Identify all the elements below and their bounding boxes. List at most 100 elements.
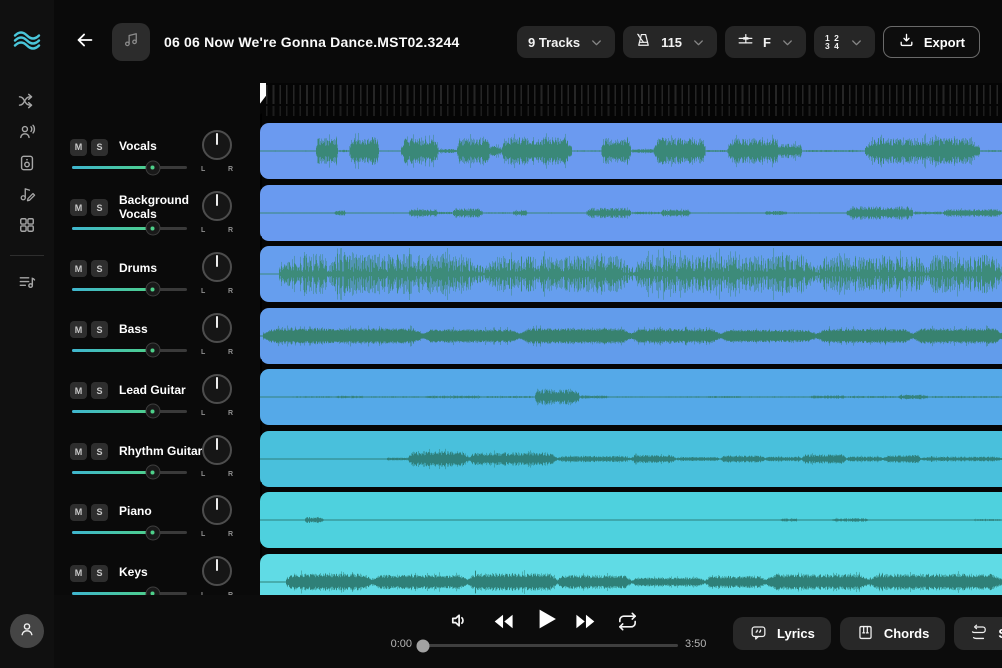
seek-thumb[interactable]: [416, 639, 429, 652]
volume-slider[interactable]: [72, 349, 187, 352]
pan-left-label: L: [201, 288, 205, 295]
mute-button[interactable]: M: [70, 321, 87, 338]
chevron-down-icon: [849, 35, 864, 50]
chevron-down-icon: [691, 35, 706, 50]
waveform-track-row[interactable]: [260, 554, 1002, 596]
mute-button[interactable]: M: [70, 443, 87, 460]
back-button[interactable]: [72, 29, 98, 55]
pan-knob[interactable]: L R: [200, 556, 234, 595]
track-mixer-row: M S Lead Guitar L R: [54, 368, 260, 428]
sidebar-item-voice[interactable]: [0, 119, 54, 150]
waveform-track-row[interactable]: [260, 492, 1002, 548]
sections-button[interactable]: Sections: [954, 617, 1002, 650]
waveform-track-row[interactable]: [260, 431, 1002, 487]
pan-knob[interactable]: L R: [200, 130, 234, 174]
volume-slider-thumb[interactable]: [145, 404, 160, 419]
pan-knob[interactable]: L R: [200, 435, 234, 479]
pan-left-label: L: [201, 531, 205, 538]
pan-knob-dial[interactable]: [202, 435, 232, 465]
track-mixer-row: M S Bass L R: [54, 307, 260, 367]
sidebar-item-edit-lyrics[interactable]: [0, 181, 54, 212]
sidebar-item-speaker[interactable]: [0, 150, 54, 181]
arrow-left-icon: [74, 29, 96, 54]
volume-slider-thumb[interactable]: [145, 282, 160, 297]
pan-knob[interactable]: L R: [200, 495, 234, 539]
volume-slider-thumb[interactable]: [145, 525, 160, 540]
waveform-canvas: [260, 246, 1002, 302]
export-button[interactable]: Export: [883, 26, 980, 58]
volume-button[interactable]: [448, 609, 471, 635]
pan-knob-dial[interactable]: [202, 191, 232, 221]
solo-button[interactable]: S: [91, 504, 108, 521]
volume-slider-thumb[interactable]: [145, 586, 160, 595]
pan-knob-dial[interactable]: [202, 313, 232, 343]
fast-forward-button[interactable]: [574, 610, 597, 636]
mute-button[interactable]: M: [70, 260, 87, 277]
mute-button[interactable]: M: [70, 565, 87, 582]
bpm-dropdown[interactable]: 115: [623, 26, 717, 58]
volume-slider[interactable]: [72, 288, 187, 291]
pan-right-label: R: [228, 471, 233, 478]
volume-slider-thumb[interactable]: [145, 160, 160, 175]
download-icon: [898, 32, 915, 52]
track-name: Drums: [119, 262, 203, 276]
volume-slider[interactable]: [72, 410, 187, 413]
waveform-track-row[interactable]: [260, 308, 1002, 364]
pan-knob-dial[interactable]: [202, 495, 232, 525]
lyrics-button[interactable]: Lyrics: [733, 617, 831, 650]
solo-button[interactable]: S: [91, 139, 108, 156]
pan-knob[interactable]: L R: [200, 191, 234, 235]
mute-button[interactable]: M: [70, 139, 87, 156]
sidebar-item-apps[interactable]: [0, 212, 54, 243]
solo-button[interactable]: S: [91, 443, 108, 460]
pan-knob-dial[interactable]: [202, 130, 232, 160]
mute-button[interactable]: M: [70, 199, 87, 216]
pan-knob[interactable]: L R: [200, 313, 234, 357]
volume-slider-thumb[interactable]: [145, 465, 160, 480]
volume-slider-thumb[interactable]: [145, 343, 160, 358]
volume-slider[interactable]: [72, 227, 187, 230]
moises-logo-icon[interactable]: [13, 27, 41, 58]
sidebar: [0, 0, 54, 668]
tracks-dropdown[interactable]: 9 Tracks: [517, 26, 615, 58]
pan-knob[interactable]: L R: [200, 374, 234, 418]
sidebar-item-queue[interactable]: [0, 269, 54, 300]
lyrics-label: Lyrics: [777, 626, 815, 641]
mute-button[interactable]: M: [70, 504, 87, 521]
seek-bar[interactable]: [420, 644, 678, 647]
splitter-icon: [17, 91, 37, 116]
sidebar-item-splitter[interactable]: [0, 88, 54, 119]
waveform-track-row[interactable]: [260, 185, 1002, 241]
pan-knob-dial[interactable]: [202, 556, 232, 586]
song-title: 06 06 Now We're Gonna Dance.MST02.3244: [164, 34, 459, 50]
rewind-button[interactable]: [492, 610, 515, 636]
pan-knob-dial[interactable]: [202, 374, 232, 404]
total-time: 3:50: [685, 638, 706, 650]
volume-slider-thumb[interactable]: [145, 221, 160, 236]
solo-button[interactable]: S: [91, 260, 108, 277]
play-button[interactable]: [532, 605, 560, 636]
song-thumbnail: [112, 23, 150, 61]
chords-label: Chords: [884, 626, 930, 641]
solo-button[interactable]: S: [91, 321, 108, 338]
ruler-ticks-short: [266, 106, 1002, 116]
pan-knob[interactable]: L R: [200, 252, 234, 296]
volume-slider[interactable]: [72, 531, 187, 534]
volume-slider[interactable]: [72, 166, 187, 169]
chords-button[interactable]: Chords: [840, 617, 946, 650]
time-signature-dropdown[interactable]: 1 2 3 4: [814, 26, 875, 58]
solo-button[interactable]: S: [91, 565, 108, 582]
pan-knob-dial[interactable]: [202, 252, 232, 282]
key-dropdown[interactable]: F: [725, 26, 806, 58]
waveform-track-row[interactable]: [260, 369, 1002, 425]
loop-button[interactable]: [616, 610, 639, 636]
waveform-track-row[interactable]: [260, 123, 1002, 179]
waveform-track-row[interactable]: [260, 246, 1002, 302]
user-avatar[interactable]: [10, 614, 44, 648]
timeline-ruler[interactable]: [260, 83, 1002, 119]
volume-slider[interactable]: [72, 471, 187, 474]
mute-button[interactable]: M: [70, 382, 87, 399]
track-name: Rhythm Guitar: [119, 445, 203, 459]
solo-button[interactable]: S: [91, 199, 108, 216]
solo-button[interactable]: S: [91, 382, 108, 399]
